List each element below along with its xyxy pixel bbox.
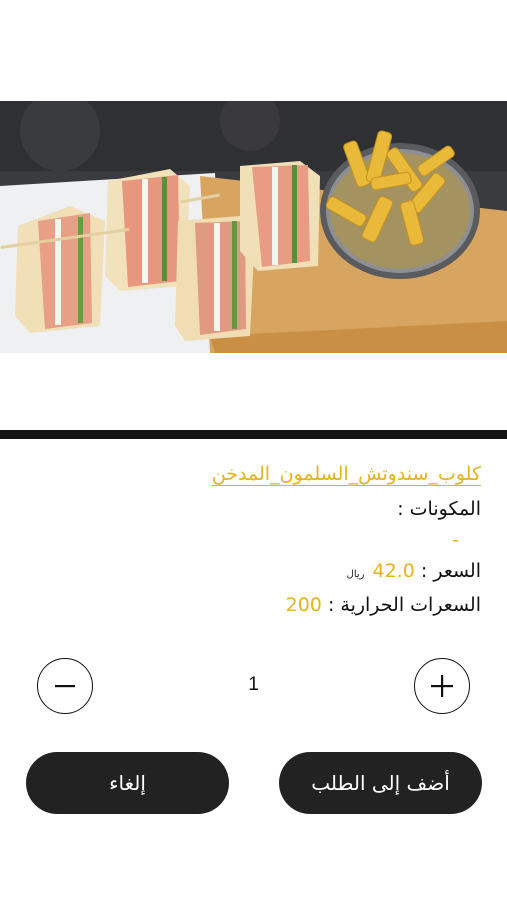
price-label: السعر :	[420, 560, 481, 582]
quantity-stepper: 1	[0, 658, 507, 716]
calories-value: 200	[285, 594, 322, 616]
price-row: السعر : 42.0 ريال	[20, 555, 481, 589]
add-to-order-button[interactable]: أضف إلى الطلب	[279, 752, 482, 814]
section-divider	[0, 430, 507, 439]
calories-label: السعرات الحرارية :	[327, 594, 481, 616]
ingredients-value: -	[452, 529, 459, 551]
calories-row: السعرات الحرارية : 200	[20, 589, 481, 623]
currency-label: ريال	[346, 569, 365, 580]
product-image	[0, 101, 507, 353]
ingredients-row: المكونات :	[20, 493, 481, 527]
price-value: 42.0	[372, 560, 415, 582]
cancel-button[interactable]: إلغاء	[26, 752, 229, 814]
product-details: كلوب_سندوتش_السلمون_المدخن المكونات : - …	[20, 455, 481, 623]
ingredients-label: المكونات :	[397, 498, 481, 520]
product-title[interactable]: كلوب_سندوتش_السلمون_المدخن	[20, 455, 481, 493]
plus-icon	[431, 675, 453, 697]
add-to-order-button-label: أضف إلى الطلب	[311, 771, 450, 795]
cancel-button-label: إلغاء	[109, 771, 146, 795]
increase-quantity-button[interactable]	[414, 658, 470, 714]
